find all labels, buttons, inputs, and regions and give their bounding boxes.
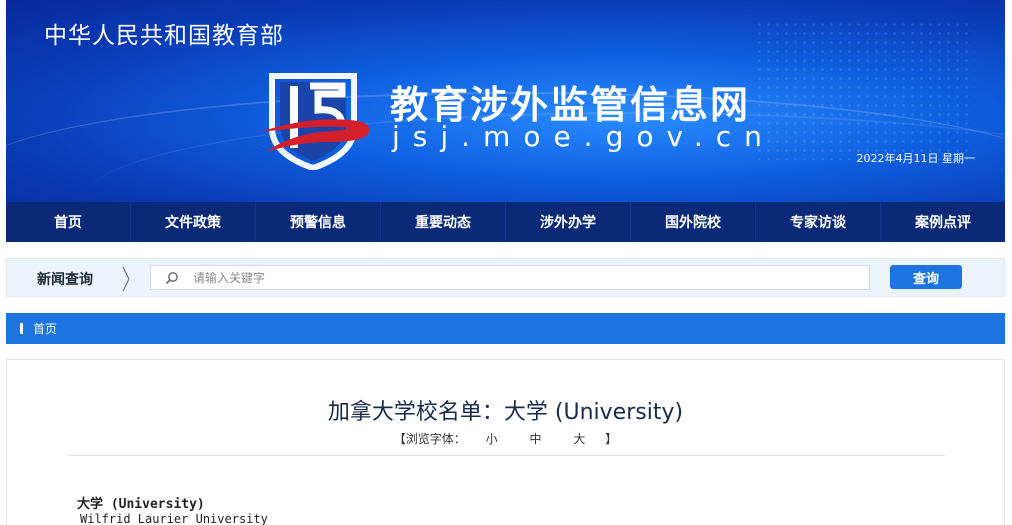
font-size-large-link[interactable]: 大 bbox=[573, 432, 585, 446]
font-size-prefix: 【浏览字体： bbox=[393, 432, 466, 446]
section-heading: 大学 (University) bbox=[77, 497, 205, 512]
current-date: 2022年4月11日 星期一 bbox=[856, 152, 976, 165]
font-size-medium-link[interactable]: 中 bbox=[529, 432, 541, 446]
article-panel: 加拿大学校名单：大学 (University) 【浏览字体： 小 中 大 】 大… bbox=[6, 359, 1005, 525]
nav-item-foreign-institutions[interactable]: 国外院校 bbox=[631, 202, 756, 242]
nav-item-home[interactable]: 首页 bbox=[6, 202, 131, 242]
nav-item-warnings[interactable]: 预警信息 bbox=[256, 202, 381, 242]
nav-item-expert-interviews[interactable]: 专家访谈 bbox=[756, 202, 881, 242]
breadcrumb-home-link[interactable]: 首页 bbox=[33, 320, 57, 337]
nav-item-news[interactable]: 重要动态 bbox=[381, 202, 506, 242]
nav-item-foreign-schooling[interactable]: 涉外办学 bbox=[506, 202, 631, 242]
chevron-right-icon bbox=[122, 266, 130, 292]
font-size-small-link[interactable]: 小 bbox=[486, 432, 498, 446]
ministry-name[interactable]: 中华人民共和国教育部 bbox=[44, 16, 284, 50]
font-size-selector: 【浏览字体： 小 中 大 】 bbox=[7, 430, 1004, 447]
breadcrumb-marker-icon bbox=[20, 323, 23, 334]
page-title: 加拿大学校名单：大学 (University) bbox=[327, 400, 684, 425]
search-box bbox=[150, 265, 870, 290]
search-label: 新闻查询 bbox=[37, 272, 93, 288]
search-icon bbox=[165, 272, 178, 285]
main-nav: 首页 文件政策 预警信息 重要动态 涉外办学 国外院校 专家访谈 案例点评 bbox=[6, 202, 1005, 242]
site-logo-icon[interactable] bbox=[258, 70, 380, 170]
banner-dot-pattern bbox=[755, 20, 975, 160]
nav-item-case-reviews[interactable]: 案例点评 bbox=[881, 202, 1005, 242]
nav-item-policy[interactable]: 文件政策 bbox=[131, 202, 256, 242]
font-size-suffix: 】 bbox=[605, 432, 618, 446]
breadcrumb: 首页 bbox=[6, 313, 1005, 344]
search-input[interactable] bbox=[193, 268, 853, 287]
news-search-bar: 新闻查询 查询 bbox=[6, 258, 1005, 297]
title-divider bbox=[67, 455, 945, 456]
list-item: Wilfrid Laurier University bbox=[80, 512, 268, 525]
site-url: jsj.moe.gov.cn bbox=[392, 120, 775, 153]
site-header-banner: 中华人民共和国教育部 教育涉外监管信息网 jsj.moe.gov.cn 2022… bbox=[6, 0, 1005, 202]
search-button[interactable]: 查询 bbox=[890, 265, 962, 289]
